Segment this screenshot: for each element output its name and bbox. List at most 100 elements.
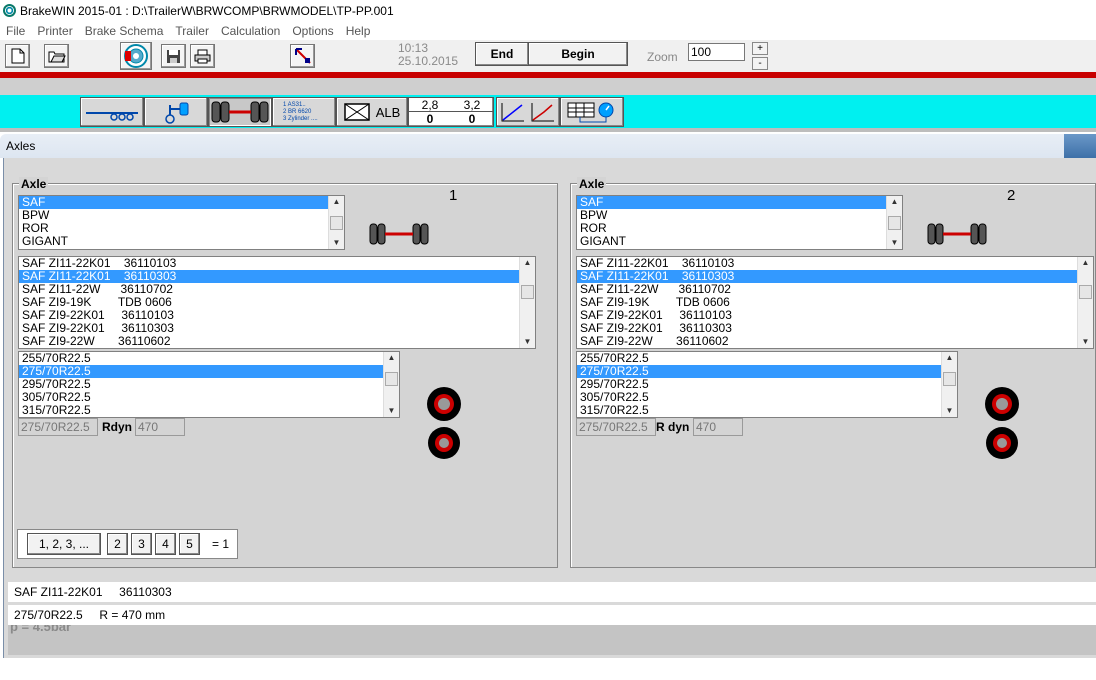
axle-3-button[interactable]: 3: [131, 533, 152, 555]
scrollbar[interactable]: ▲ ▼: [941, 352, 957, 417]
diagram-button[interactable]: [496, 97, 560, 127]
status-line-tyre: 275/70R22.5 R = 470 mm: [8, 605, 1096, 625]
axle-5-button[interactable]: 5: [179, 533, 200, 555]
menu-file[interactable]: File: [0, 24, 31, 38]
scrollbar[interactable]: ▲ ▼: [383, 352, 399, 417]
ratio-display: 2,8 3,2 0 0: [408, 97, 494, 127]
list-item[interactable]: SAF ZI9-22W 36110602: [19, 335, 535, 348]
list-item[interactable]: GIGANT: [577, 235, 902, 248]
zoom-up-button[interactable]: +: [752, 42, 768, 55]
list-item[interactable]: SAF ZI9-22W 36110602: [577, 335, 1093, 348]
axle-1-model-list[interactable]: SAF ZI11-22K01 36110103 SAF ZI11-22K01 3…: [18, 256, 536, 349]
alb-button[interactable]: ALB: [336, 97, 408, 127]
scrollbar[interactable]: ▲ ▼: [1077, 257, 1093, 348]
list-item[interactable]: 315/70R22.5: [577, 404, 957, 417]
axle-2-model-list[interactable]: SAF ZI11-22K01 36110103 SAF ZI11-22K01 3…: [576, 256, 1094, 349]
edit-pen-icon: [294, 48, 311, 64]
menu-calculation[interactable]: Calculation: [215, 24, 286, 38]
window-title: BrakeWIN 2015-01 : D:\TrailerW\BRWCOMP\B…: [20, 3, 394, 18]
status-line-pressure: p = 4.5bar: [8, 625, 1096, 655]
menu-help[interactable]: Help: [340, 24, 377, 38]
begin-button[interactable]: Begin: [528, 42, 628, 66]
scroll-down-icon[interactable]: ▼: [1078, 336, 1093, 348]
axles-window-titlebar: Axles: [0, 134, 1096, 158]
end-button[interactable]: End: [475, 42, 529, 66]
list-item[interactable]: GIGANT: [19, 235, 344, 248]
scroll-thumb[interactable]: [385, 372, 398, 386]
axle-2-tyre-list[interactable]: 255/70R22.5 275/70R22.5 295/70R22.5 305/…: [576, 351, 958, 418]
print-button[interactable]: [190, 44, 215, 68]
scroll-down-icon[interactable]: ▼: [329, 237, 344, 249]
menu-bar: File Printer Brake Schema Trailer Calcul…: [0, 21, 1096, 40]
scroll-thumb[interactable]: [521, 285, 534, 299]
scrollbar[interactable]: ▲ ▼: [519, 257, 535, 348]
components-list-button[interactable]: 1 AS31.. 2 BR 6620 3 Zylinder ....: [272, 97, 336, 127]
scroll-up-icon[interactable]: ▲: [384, 352, 399, 364]
axle-all-button[interactable]: 1, 2, 3, ...: [27, 533, 101, 555]
ratio-top-left: 2,8: [421, 98, 439, 112]
axle-1-tyre-list[interactable]: 255/70R22.5 275/70R22.5 295/70R22.5 305/…: [18, 351, 400, 418]
axle-1-manufacturer-list[interactable]: SAF BPW ROR GIGANT ▲ ▼: [18, 195, 345, 250]
axle-1-axle-icon: [369, 223, 429, 245]
scroll-up-icon[interactable]: ▲: [942, 352, 957, 364]
clock: 10:13 25.10.2015: [398, 42, 468, 68]
scrollbar[interactable]: ▲ ▼: [328, 196, 344, 249]
main-toolbar: 10:13 25.10.2015 End Begin Zoom + -: [0, 40, 1096, 72]
axle-4-button[interactable]: 4: [155, 533, 176, 555]
menu-options[interactable]: Options: [286, 24, 339, 38]
axle-panel-2-legend: Axle: [577, 177, 607, 191]
axle-2-button[interactable]: 2: [107, 533, 128, 555]
ratio-top-right: 3,2: [463, 98, 481, 112]
function-toolbar: 1 AS31.. 2 BR 6620 3 Zylinder .... ALB 2…: [0, 95, 1096, 128]
ratio-bottom-right: 0: [468, 112, 476, 126]
list-item[interactable]: 315/70R22.5: [19, 404, 399, 417]
alb-valve-icon: [343, 103, 370, 121]
axle-1-rdyn-label: Rdyn: [102, 420, 132, 434]
axles-view-button[interactable]: [208, 97, 272, 127]
brake-disc-button[interactable]: [120, 42, 152, 70]
list-item[interactable]: SAF: [577, 196, 902, 209]
open-file-button[interactable]: [44, 44, 69, 68]
scroll-thumb[interactable]: [1079, 285, 1092, 299]
axle-2-rdyn-readout: 470: [693, 418, 743, 436]
scroll-up-icon[interactable]: ▲: [329, 196, 344, 208]
scrollbar[interactable]: ▲ ▼: [886, 196, 902, 249]
trailer-view-button[interactable]: [80, 97, 144, 127]
scroll-down-icon[interactable]: ▼: [887, 237, 902, 249]
scroll-thumb[interactable]: [330, 216, 343, 230]
axle-2-tyre-readout: 275/70R22.5: [576, 418, 656, 436]
scroll-thumb[interactable]: [888, 216, 901, 230]
edit-tool-button[interactable]: [290, 44, 315, 68]
title-bar: BrakeWIN 2015-01 : D:\TrailerW\BRWCOMP\B…: [0, 0, 1096, 21]
table-gauge-button[interactable]: [560, 97, 624, 127]
menu-printer[interactable]: Printer: [31, 24, 78, 38]
menu-brake-schema[interactable]: Brake Schema: [79, 24, 170, 38]
gray-band: [0, 78, 1096, 95]
status-tyre-text: 275/70R22.5 R = 470 mm: [14, 608, 166, 622]
printer-icon: [194, 49, 211, 63]
scroll-up-icon[interactable]: ▲: [520, 257, 535, 269]
axle-1-rdyn-readout: 470: [135, 418, 185, 436]
list-item[interactable]: SAF: [19, 196, 344, 209]
scroll-down-icon[interactable]: ▼: [520, 336, 535, 348]
app-icon: [3, 4, 16, 17]
axle-2-manufacturer-list[interactable]: SAF BPW ROR GIGANT ▲ ▼: [576, 195, 903, 250]
axle-2-rdyn-label: R dyn: [656, 420, 690, 434]
new-file-button[interactable]: [5, 44, 30, 68]
scroll-thumb[interactable]: [943, 372, 956, 386]
save-button[interactable]: [161, 44, 186, 68]
ratio-bottom-left: 0: [426, 112, 434, 126]
list-item[interactable]: BPW: [577, 209, 902, 222]
axle-1-wheel-icon: [427, 387, 461, 459]
scroll-up-icon[interactable]: ▲: [887, 196, 902, 208]
list-item[interactable]: BPW: [19, 209, 344, 222]
scroll-down-icon[interactable]: ▼: [942, 405, 957, 417]
brake-cylinder-button[interactable]: [144, 97, 208, 127]
zoom-input[interactable]: [688, 43, 745, 61]
axle-1-tyre-readout: 275/70R22.5: [18, 418, 98, 436]
scroll-up-icon[interactable]: ▲: [1078, 257, 1093, 269]
menu-trailer[interactable]: Trailer: [169, 24, 215, 38]
scroll-down-icon[interactable]: ▼: [384, 405, 399, 417]
status-pressure-text: p = 4.5bar: [10, 625, 72, 634]
zoom-down-button[interactable]: -: [752, 57, 768, 70]
